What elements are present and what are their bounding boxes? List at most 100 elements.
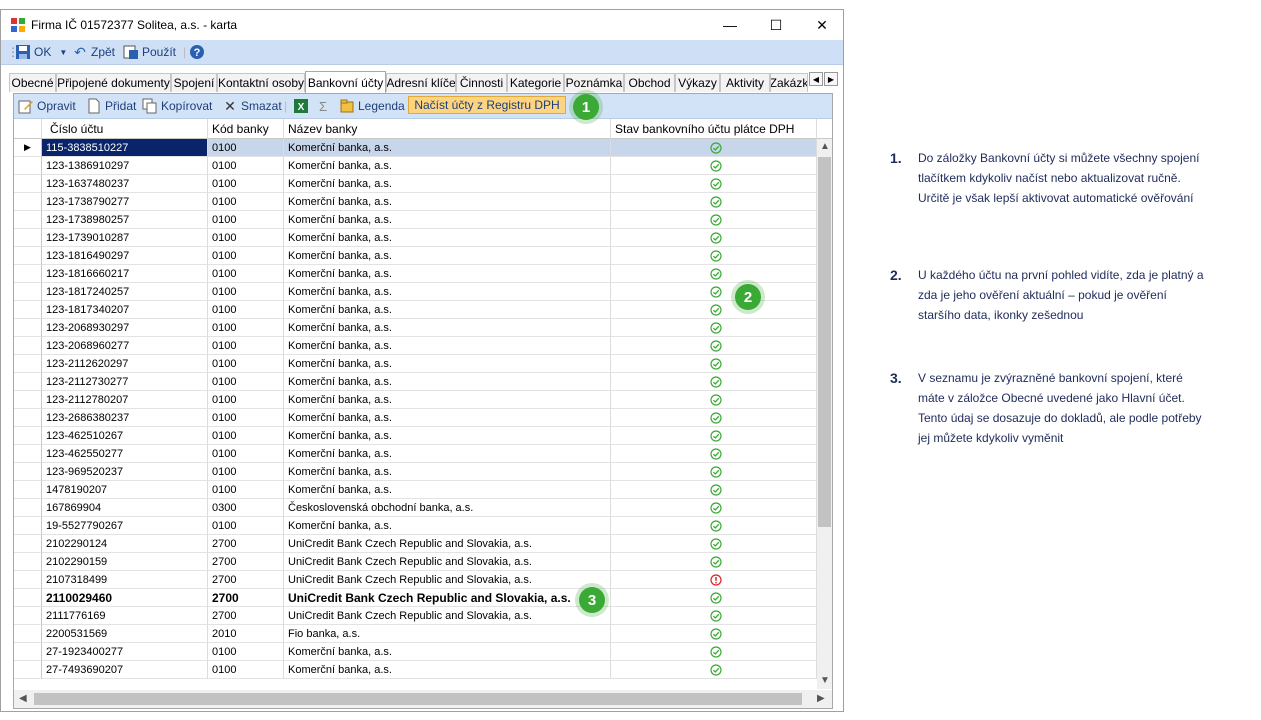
- bank-code-cell[interactable]: 0100: [208, 265, 284, 283]
- scroll-down-icon[interactable]: ▼: [820, 675, 830, 686]
- edit-button[interactable]: Opravit: [18, 98, 76, 114]
- tab-adresni-klice[interactable]: Adresní klíče: [386, 73, 456, 92]
- vat-status-cell[interactable]: [611, 337, 817, 355]
- bank-code-cell[interactable]: 0100: [208, 193, 284, 211]
- bank-code-cell[interactable]: 0100: [208, 481, 284, 499]
- bank-name-cell[interactable]: Komerční banka, a.s.: [284, 175, 611, 193]
- tab-bankovni-ucty[interactable]: Bankovní účty: [305, 71, 386, 93]
- bank-code-cell[interactable]: 2700: [208, 607, 284, 625]
- row-selector[interactable]: [14, 427, 42, 445]
- excel-export-button[interactable]: X: [293, 98, 312, 114]
- scroll-left-icon[interactable]: ◀: [19, 693, 27, 704]
- bank-name-cell[interactable]: Komerční banka, a.s.: [284, 355, 611, 373]
- account-number-cell[interactable]: 2102290124: [42, 535, 208, 553]
- row-selector[interactable]: [14, 337, 42, 355]
- tab-obecne[interactable]: Obecné: [9, 73, 56, 92]
- account-number-cell[interactable]: 123-1637480237: [42, 175, 208, 193]
- row-selector[interactable]: [14, 247, 42, 265]
- vat-status-cell[interactable]: [611, 355, 817, 373]
- table-row[interactable]: 167869904 0300 Československá obchodní ban…: [14, 499, 817, 517]
- account-number-cell[interactable]: 123-2068930297: [42, 319, 208, 337]
- tab-kategorie[interactable]: Kategorie: [507, 73, 564, 92]
- row-selector[interactable]: [14, 157, 42, 175]
- bank-code-cell[interactable]: 0100: [208, 517, 284, 535]
- row-selector[interactable]: [14, 661, 42, 679]
- bank-name-cell[interactable]: Komerční banka, a.s.: [284, 463, 611, 481]
- account-number-cell[interactable]: 27-1923400277: [42, 643, 208, 661]
- vat-status-cell[interactable]: [611, 193, 817, 211]
- bank-name-cell[interactable]: UniCredit Bank Czech Republic and Slovak…: [284, 535, 611, 553]
- account-number-cell[interactable]: 2107318499: [42, 571, 208, 589]
- row-selector[interactable]: [14, 571, 42, 589]
- account-number-cell[interactable]: 2200531569: [42, 625, 208, 643]
- bank-name-cell[interactable]: Komerční banka, a.s.: [284, 337, 611, 355]
- account-number-cell[interactable]: 123-1816490297: [42, 247, 208, 265]
- bank-name-cell[interactable]: Komerční banka, a.s.: [284, 157, 611, 175]
- vat-status-cell[interactable]: [611, 571, 817, 589]
- table-row[interactable]: 123-1816660217 0100 Komerční banka, a.s.: [14, 265, 817, 283]
- bank-code-cell[interactable]: 2700: [208, 553, 284, 571]
- table-row[interactable]: 123-1739010287 0100 Komerční banka, a.s.: [14, 229, 817, 247]
- tab-pripojene-dokumenty[interactable]: Připojené dokumenty: [56, 73, 171, 92]
- table-row[interactable]: 123-2068930297 0100 Komerční banka, a.s.: [14, 319, 817, 337]
- column-header-vat-status[interactable]: Stav bankovního účtu plátce DPH: [611, 119, 817, 139]
- account-number-cell[interactable]: 19-5527790267: [42, 517, 208, 535]
- load-registry-button[interactable]: Načíst účty z Registru DPH: [408, 96, 566, 114]
- bank-name-cell[interactable]: Komerční banka, a.s.: [284, 409, 611, 427]
- vat-status-cell[interactable]: [611, 283, 817, 301]
- bank-code-cell[interactable]: 0100: [208, 409, 284, 427]
- vat-status-cell[interactable]: [611, 211, 817, 229]
- table-row[interactable]: 2102290124 2700 UniCredit Bank Czech Repub…: [14, 535, 817, 553]
- vat-status-cell[interactable]: [611, 607, 817, 625]
- sum-icon[interactable]: Σ: [319, 98, 327, 114]
- row-selector[interactable]: [14, 301, 42, 319]
- bank-name-cell[interactable]: UniCredit Bank Czech Republic and Slovak…: [284, 607, 611, 625]
- row-selector[interactable]: [14, 643, 42, 661]
- bank-code-cell[interactable]: 0100: [208, 373, 284, 391]
- scroll-right-icon[interactable]: ▶: [817, 693, 825, 704]
- vat-status-cell[interactable]: [611, 391, 817, 409]
- table-row[interactable]: 27-7493690207 0100 Komerční banka, a.s.: [14, 661, 817, 679]
- table-row[interactable]: 123-1637480237 0100 Komerční banka, a.s.: [14, 175, 817, 193]
- row-selector[interactable]: [14, 175, 42, 193]
- vat-status-cell[interactable]: [611, 535, 817, 553]
- bank-code-cell[interactable]: 2700: [208, 571, 284, 589]
- table-row[interactable]: 123-1817240257 0100 Komerční banka, a.s.: [14, 283, 817, 301]
- row-selector[interactable]: [14, 553, 42, 571]
- bank-name-cell[interactable]: Komerční banka, a.s.: [284, 481, 611, 499]
- account-number-cell[interactable]: 123-1817240257: [42, 283, 208, 301]
- table-row[interactable]: 123-1386910297 0100 Komerční banka, a.s.: [14, 157, 817, 175]
- vat-status-cell[interactable]: [611, 139, 817, 157]
- scroll-up-icon[interactable]: ▲: [820, 141, 830, 152]
- table-row[interactable]: 123-2112620297 0100 Komerční banka, a.s.: [14, 355, 817, 373]
- vat-status-cell[interactable]: [611, 175, 817, 193]
- table-row[interactable]: 19-5527790267 0100 Komerční banka, a.s.: [14, 517, 817, 535]
- row-selector[interactable]: [14, 391, 42, 409]
- bank-name-cell[interactable]: Komerční banka, a.s.: [284, 139, 611, 157]
- account-number-cell[interactable]: 27-7493690207: [42, 661, 208, 679]
- bank-name-cell[interactable]: Komerční banka, a.s.: [284, 427, 611, 445]
- vat-status-cell[interactable]: [611, 499, 817, 517]
- horizontal-scroll-thumb[interactable]: [34, 693, 802, 705]
- bank-name-cell[interactable]: Komerční banka, a.s.: [284, 247, 611, 265]
- vat-status-cell[interactable]: [611, 301, 817, 319]
- back-button[interactable]: ↶ Zpět: [72, 44, 115, 60]
- row-selector[interactable]: [14, 499, 42, 517]
- account-number-cell[interactable]: 2102290159: [42, 553, 208, 571]
- row-selector[interactable]: ▶: [14, 139, 42, 157]
- bank-code-cell[interactable]: 0100: [208, 445, 284, 463]
- legend-button[interactable]: Legenda: [339, 98, 405, 114]
- bank-name-cell[interactable]: Komerční banka, a.s.: [284, 661, 611, 679]
- row-selector[interactable]: [14, 373, 42, 391]
- table-row[interactable]: 123-1817340207 0100 Komerční banka, a.s.: [14, 301, 817, 319]
- account-number-cell[interactable]: 167869904: [42, 499, 208, 517]
- bank-name-cell[interactable]: Komerční banka, a.s.: [284, 445, 611, 463]
- account-number-cell[interactable]: 123-462550277: [42, 445, 208, 463]
- account-number-cell[interactable]: 2110029460: [42, 589, 208, 607]
- ok-dropdown-icon[interactable]: ▼: [59, 48, 67, 57]
- bank-name-cell[interactable]: UniCredit Bank Czech Republic and Slovak…: [284, 571, 611, 589]
- row-selector[interactable]: [14, 355, 42, 373]
- bank-name-cell[interactable]: Komerční banka, a.s.: [284, 265, 611, 283]
- row-selector[interactable]: [14, 481, 42, 499]
- bank-code-cell[interactable]: 0100: [208, 337, 284, 355]
